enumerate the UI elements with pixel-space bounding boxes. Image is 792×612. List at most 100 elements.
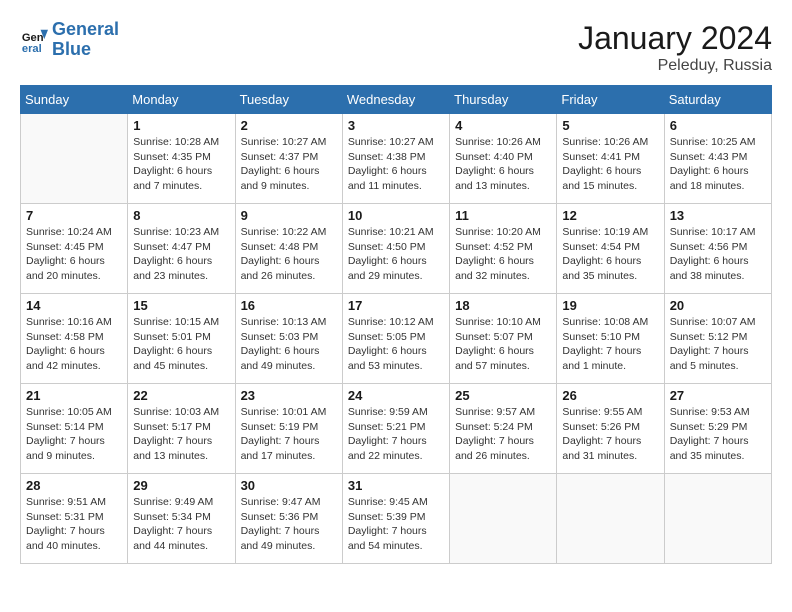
day-info: Sunrise: 10:10 AMSunset: 5:07 PMDaylight… (455, 315, 551, 374)
calendar-cell: 28 Sunrise: 9:51 AMSunset: 5:31 PMDayligh… (21, 474, 128, 564)
day-info: Sunrise: 10:22 AMSunset: 4:48 PMDaylight… (241, 225, 337, 284)
day-info: Sunrise: 10:26 AMSunset: 4:40 PMDaylight… (455, 135, 551, 194)
day-info: Sunrise: 9:57 AMSunset: 5:24 PMDaylight:… (455, 405, 551, 464)
day-info: Sunrise: 10:05 AMSunset: 5:14 PMDaylight… (26, 405, 122, 464)
day-number: 23 (241, 388, 337, 403)
calendar-cell: 18 Sunrise: 10:10 AMSunset: 5:07 PMDaylig… (450, 294, 557, 384)
logo-text-line1: General (52, 20, 119, 40)
day-number: 15 (133, 298, 229, 313)
day-number: 9 (241, 208, 337, 223)
calendar-cell: 24 Sunrise: 9:59 AMSunset: 5:21 PMDayligh… (342, 384, 449, 474)
day-number: 13 (670, 208, 766, 223)
day-info: Sunrise: 10:08 AMSunset: 5:10 PMDaylight… (562, 315, 658, 374)
calendar-cell: 23 Sunrise: 10:01 AMSunset: 5:19 PMDaylig… (235, 384, 342, 474)
day-number: 8 (133, 208, 229, 223)
day-info: Sunrise: 10:27 AMSunset: 4:38 PMDaylight… (348, 135, 444, 194)
day-info: Sunrise: 10:15 AMSunset: 5:01 PMDaylight… (133, 315, 229, 374)
day-info: Sunrise: 10:16 AMSunset: 4:58 PMDaylight… (26, 315, 122, 374)
day-info: Sunrise: 10:13 AMSunset: 5:03 PMDaylight… (241, 315, 337, 374)
week-row-2: 7Sunrise: 10:24 AMSunset: 4:45 PMDayligh… (21, 204, 772, 294)
day-info: Sunrise: 10:28 AMSunset: 4:35 PMDaylight… (133, 135, 229, 194)
day-number: 30 (241, 478, 337, 493)
day-header-thursday: Thursday (450, 86, 557, 114)
calendar-cell: 29Sunrise: 9:49 AMSunset: 5:34 PMDayligh… (128, 474, 235, 564)
calendar-cell (664, 474, 771, 564)
calendar-cell: 31 Sunrise: 9:45 AMSunset: 5:39 PMDayligh… (342, 474, 449, 564)
day-number: 31 (348, 478, 444, 493)
calendar-cell (450, 474, 557, 564)
calendar-cell: 14 Sunrise: 10:16 AMSunset: 4:58 PMDaylig… (21, 294, 128, 384)
calendar-cell (21, 114, 128, 204)
day-header-wednesday: Wednesday (342, 86, 449, 114)
day-number: 18 (455, 298, 551, 313)
calendar-cell: 11 Sunrise: 10:20 AMSunset: 4:52 PMDaylig… (450, 204, 557, 294)
day-number: 2 (241, 118, 337, 133)
day-info: Sunrise: 9:59 AMSunset: 5:21 PMDaylight:… (348, 405, 444, 464)
logo: Gen eral General Blue (20, 20, 119, 60)
day-info: Sunrise: 10:21 AMSunset: 4:50 PMDaylight… (348, 225, 444, 284)
day-header-sunday: Sunday (21, 86, 128, 114)
day-number: 20 (670, 298, 766, 313)
calendar-cell: 10 Sunrise: 10:21 AMSunset: 4:50 PMDaylig… (342, 204, 449, 294)
day-header-friday: Friday (557, 86, 664, 114)
calendar-cell: 22 Sunrise: 10:03 AMSunset: 5:17 PMDaylig… (128, 384, 235, 474)
svg-text:Gen: Gen (22, 32, 44, 44)
calendar-table: SundayMondayTuesdayWednesdayThursdayFrid… (20, 85, 772, 564)
calendar-cell: 3Sunrise: 10:27 AMSunset: 4:38 PMDayligh… (342, 114, 449, 204)
calendar-cell (557, 474, 664, 564)
day-info: Sunrise: 10:03 AMSunset: 5:17 PMDaylight… (133, 405, 229, 464)
logo-text-line2: Blue (52, 40, 119, 60)
logo-icon: Gen eral (20, 26, 48, 54)
day-info: Sunrise: 10:20 AMSunset: 4:52 PMDaylight… (455, 225, 551, 284)
calendar-cell: 9 Sunrise: 10:22 AMSunset: 4:48 PMDayligh… (235, 204, 342, 294)
calendar-cell: 6 Sunrise: 10:25 AMSunset: 4:43 PMDayligh… (664, 114, 771, 204)
title-block: January 2024 Peleduy, Russia (578, 20, 772, 75)
calendar-cell: 26Sunrise: 9:55 AMSunset: 5:26 PMDayligh… (557, 384, 664, 474)
day-number: 27 (670, 388, 766, 403)
day-info: Sunrise: 10:27 AMSunset: 4:37 PMDaylight… (241, 135, 337, 194)
calendar-cell: 19Sunrise: 10:08 AMSunset: 5:10 PMDaylig… (557, 294, 664, 384)
page-header: Gen eral General Blue January 2024 Peled… (20, 20, 772, 75)
day-info: Sunrise: 10:07 AMSunset: 5:12 PMDaylight… (670, 315, 766, 374)
day-info: Sunrise: 9:45 AMSunset: 5:39 PMDaylight:… (348, 495, 444, 554)
day-number: 28 (26, 478, 122, 493)
day-number: 11 (455, 208, 551, 223)
day-info: Sunrise: 9:47 AMSunset: 5:36 PMDaylight:… (241, 495, 337, 554)
day-header-monday: Monday (128, 86, 235, 114)
day-number: 14 (26, 298, 122, 313)
day-info: Sunrise: 10:01 AMSunset: 5:19 PMDaylight… (241, 405, 337, 464)
calendar-cell: 27 Sunrise: 9:53 AMSunset: 5:29 PMDayligh… (664, 384, 771, 474)
calendar-cell: 13 Sunrise: 10:17 AMSunset: 4:56 PMDaylig… (664, 204, 771, 294)
calendar-cell: 12Sunrise: 10:19 AMSunset: 4:54 PMDaylig… (557, 204, 664, 294)
calendar-cell: 4 Sunrise: 10:26 AMSunset: 4:40 PMDayligh… (450, 114, 557, 204)
day-number: 21 (26, 388, 122, 403)
calendar-cell: 25Sunrise: 9:57 AMSunset: 5:24 PMDayligh… (450, 384, 557, 474)
week-row-1: 1Sunrise: 10:28 AMSunset: 4:35 PMDayligh… (21, 114, 772, 204)
day-number: 10 (348, 208, 444, 223)
day-info: Sunrise: 9:53 AMSunset: 5:29 PMDaylight:… (670, 405, 766, 464)
week-row-5: 28 Sunrise: 9:51 AMSunset: 5:31 PMDayligh… (21, 474, 772, 564)
day-info: Sunrise: 10:26 AMSunset: 4:41 PMDaylight… (562, 135, 658, 194)
day-info: Sunrise: 10:19 AMSunset: 4:54 PMDaylight… (562, 225, 658, 284)
day-info: Sunrise: 9:51 AMSunset: 5:31 PMDaylight:… (26, 495, 122, 554)
day-info: Sunrise: 9:49 AMSunset: 5:34 PMDaylight:… (133, 495, 229, 554)
calendar-cell: 15 Sunrise: 10:15 AMSunset: 5:01 PMDaylig… (128, 294, 235, 384)
day-info: Sunrise: 10:17 AMSunset: 4:56 PMDaylight… (670, 225, 766, 284)
day-info: Sunrise: 10:12 AMSunset: 5:05 PMDaylight… (348, 315, 444, 374)
day-number: 5 (562, 118, 658, 133)
day-number: 24 (348, 388, 444, 403)
calendar-cell: 7Sunrise: 10:24 AMSunset: 4:45 PMDayligh… (21, 204, 128, 294)
day-info: Sunrise: 10:25 AMSunset: 4:43 PMDaylight… (670, 135, 766, 194)
day-info: Sunrise: 10:23 AMSunset: 4:47 PMDaylight… (133, 225, 229, 284)
day-number: 6 (670, 118, 766, 133)
calendar-cell: 8 Sunrise: 10:23 AMSunset: 4:47 PMDayligh… (128, 204, 235, 294)
day-info: Sunrise: 9:55 AMSunset: 5:26 PMDaylight:… (562, 405, 658, 464)
calendar-cell: 20 Sunrise: 10:07 AMSunset: 5:12 PMDaylig… (664, 294, 771, 384)
week-row-3: 14 Sunrise: 10:16 AMSunset: 4:58 PMDaylig… (21, 294, 772, 384)
day-number: 22 (133, 388, 229, 403)
day-number: 16 (241, 298, 337, 313)
calendar-cell: 30 Sunrise: 9:47 AMSunset: 5:36 PMDayligh… (235, 474, 342, 564)
calendar-cell: 17Sunrise: 10:12 AMSunset: 5:05 PMDaylig… (342, 294, 449, 384)
calendar-cell: 21 Sunrise: 10:05 AMSunset: 5:14 PMDaylig… (21, 384, 128, 474)
day-number: 4 (455, 118, 551, 133)
